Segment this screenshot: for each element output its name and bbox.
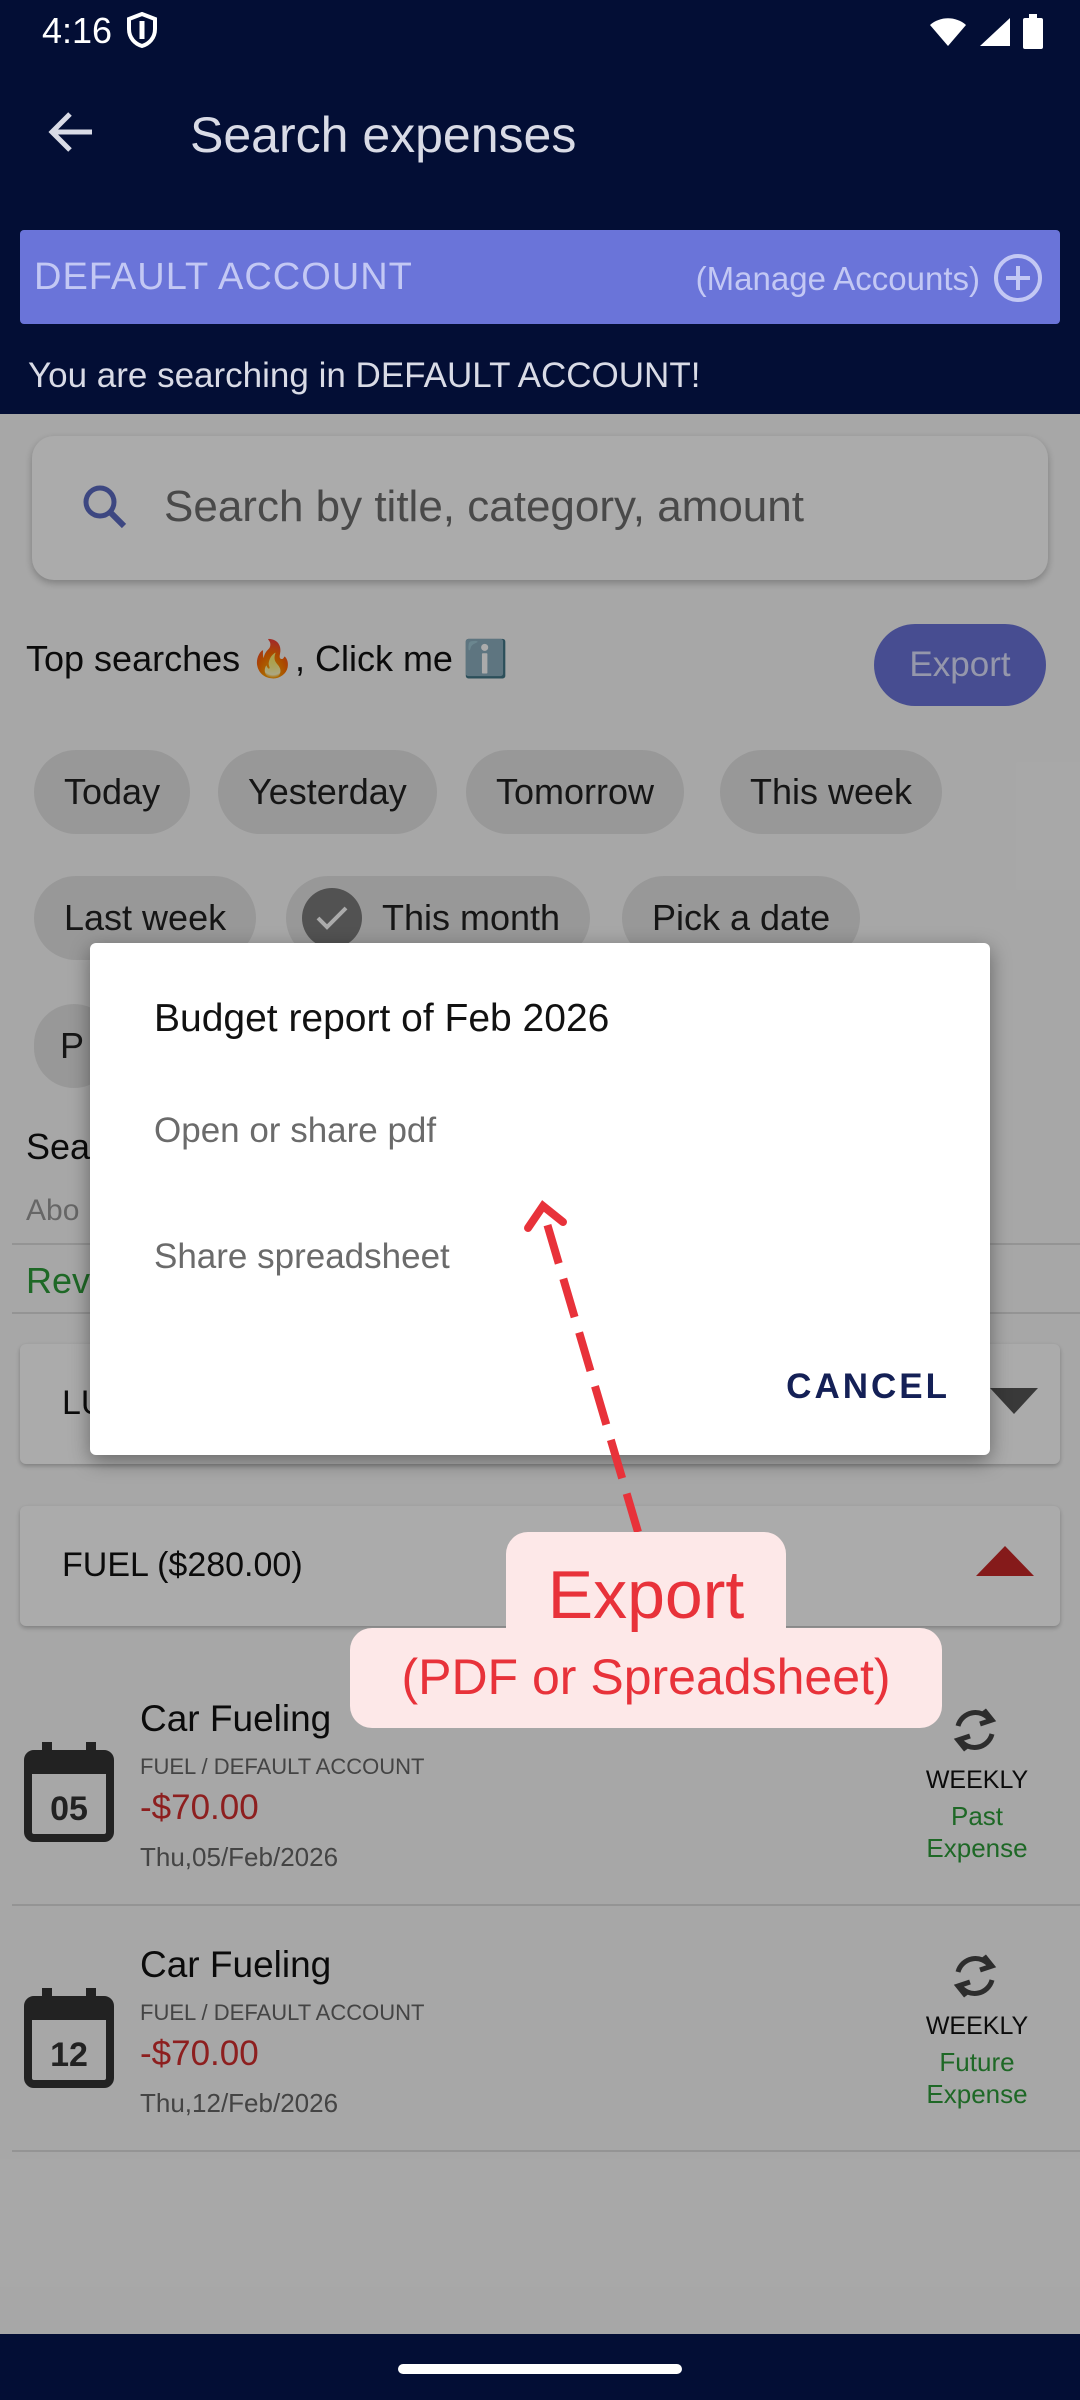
annotation-subtitle: (PDF or Spreadsheet) <box>401 1649 891 1705</box>
home-gesture-handle[interactable] <box>398 2364 682 2374</box>
navigation-bar <box>0 2334 1080 2400</box>
annotation-title: Export <box>547 1557 745 1633</box>
annotation-arrow <box>524 1200 642 1534</box>
